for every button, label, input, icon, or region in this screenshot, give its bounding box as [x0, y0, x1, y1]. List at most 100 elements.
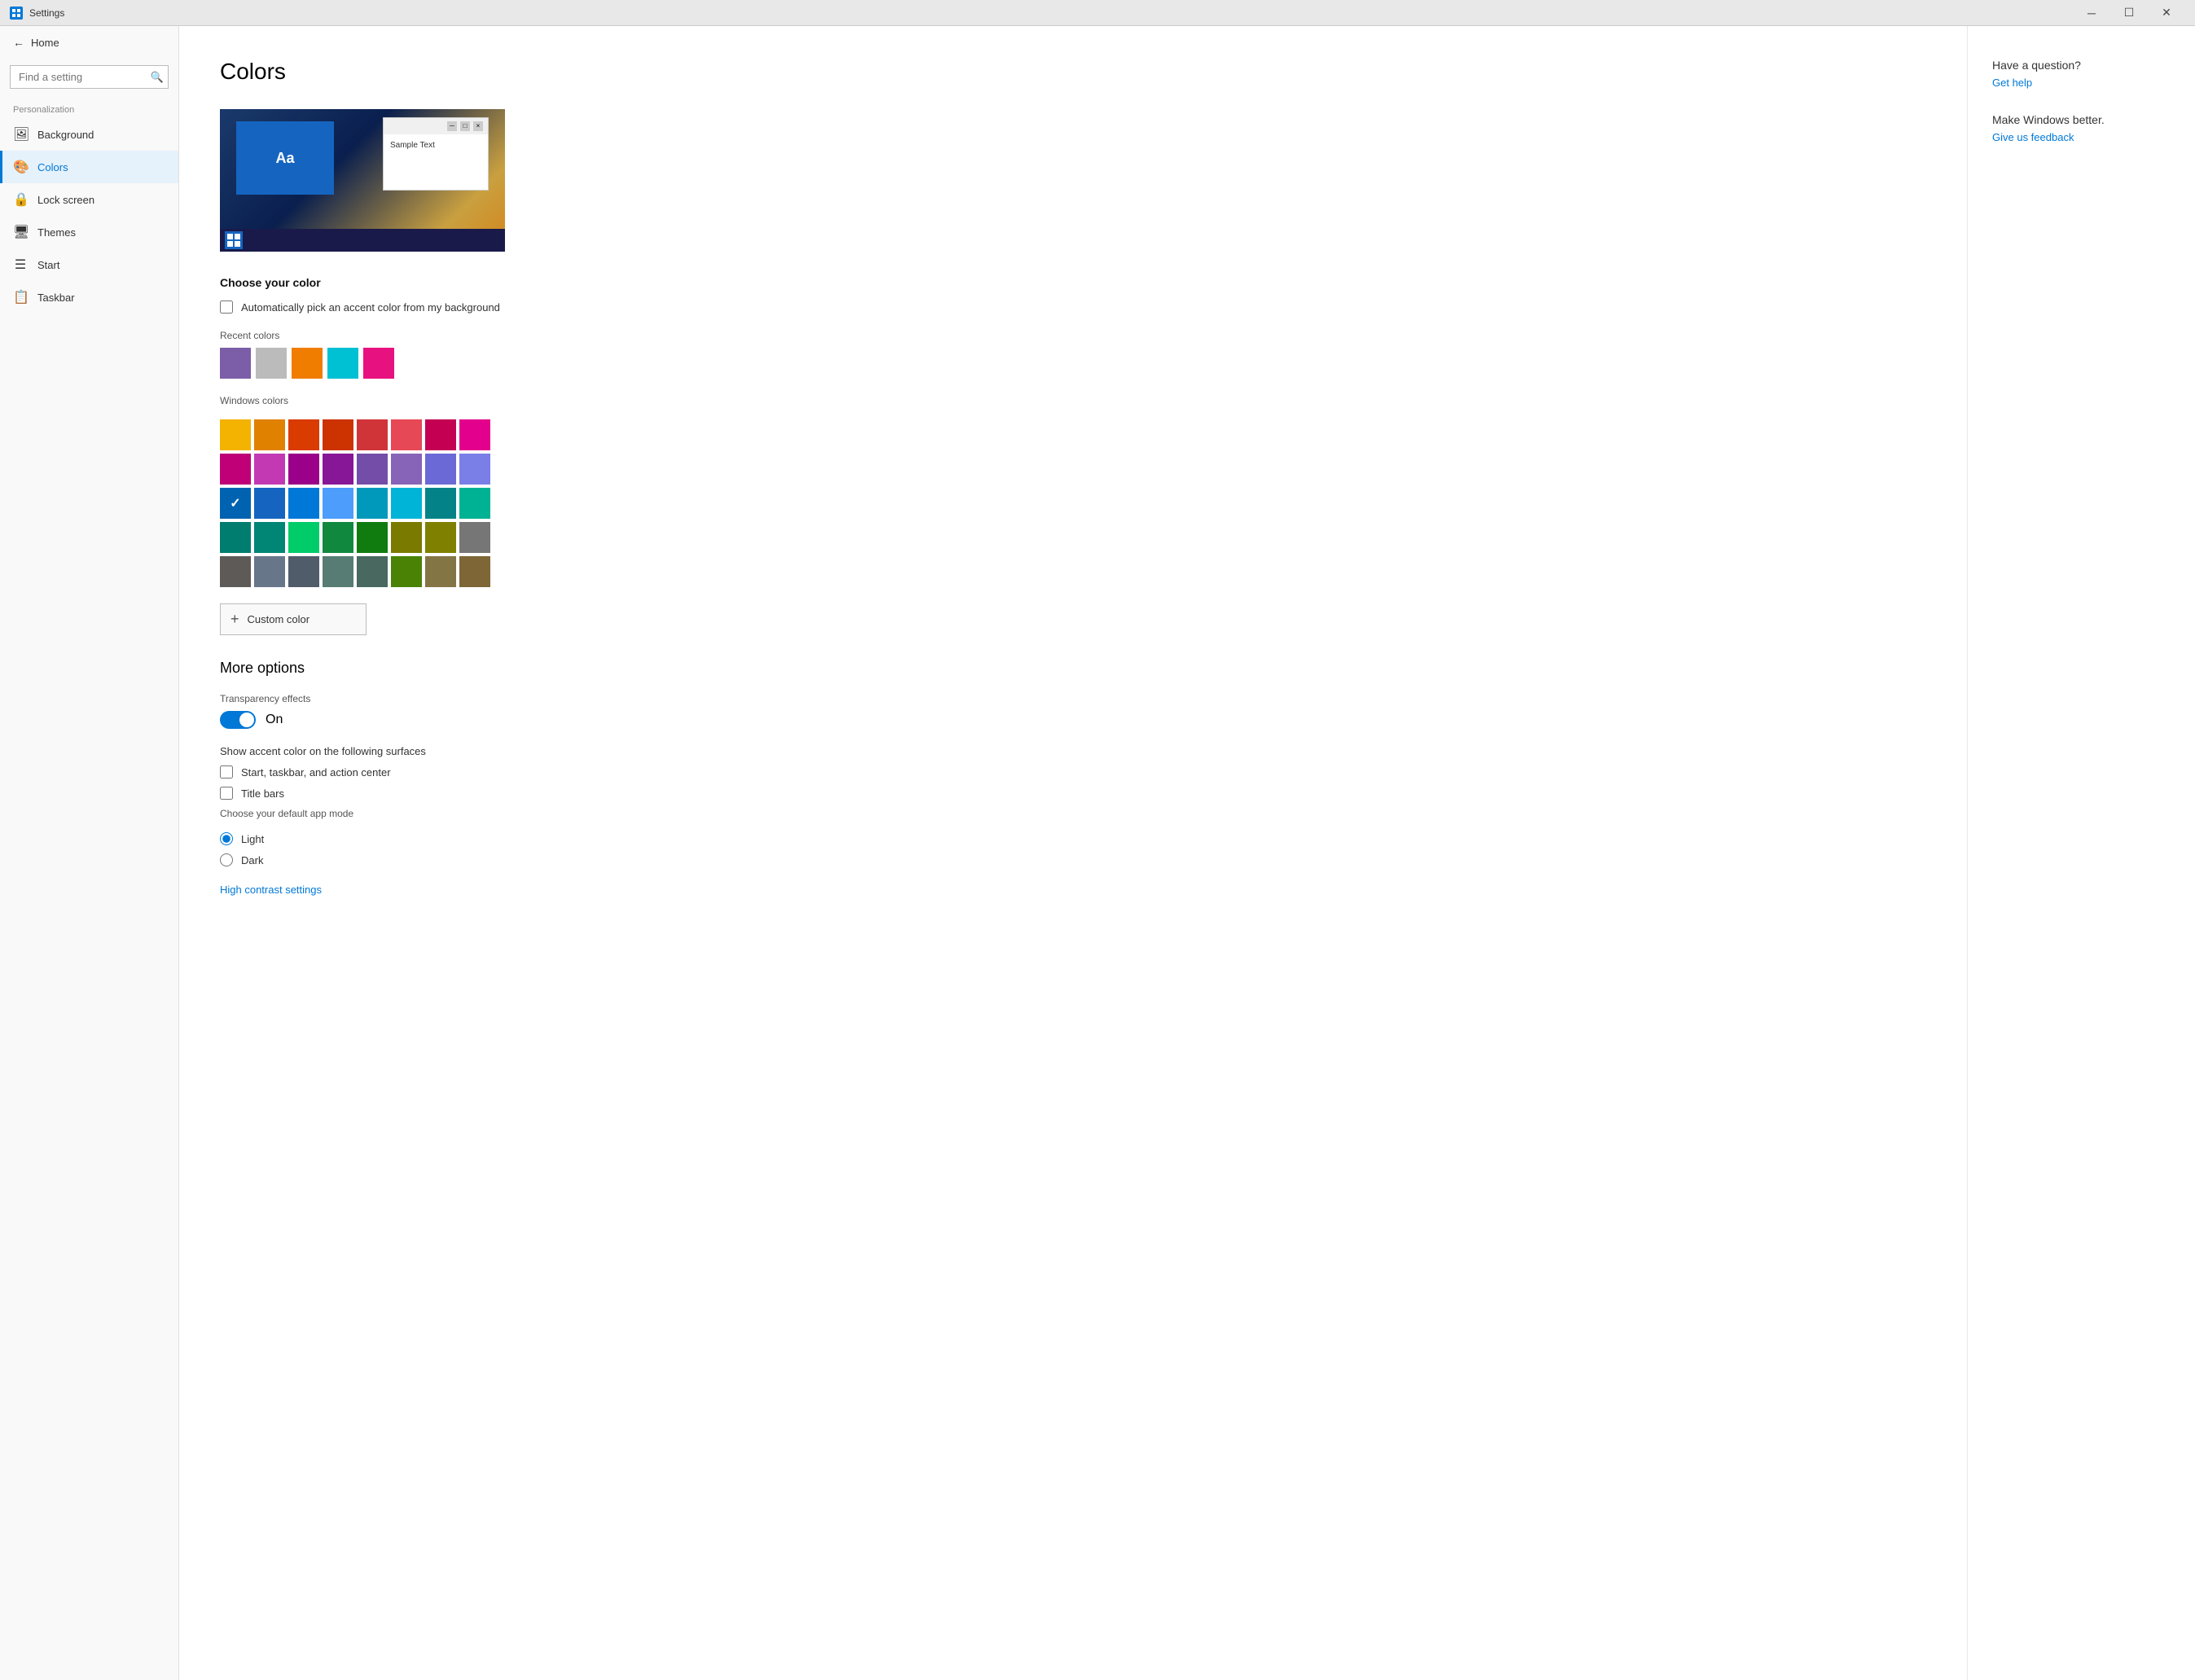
get-help-link[interactable]: Get help: [1992, 77, 2171, 89]
windows-swatch-19[interactable]: [323, 488, 353, 519]
windows-swatch-14[interactable]: [425, 454, 456, 485]
sidebar: ← Home 🔍 Personalization 🖼 Background 🎨 …: [0, 26, 179, 1680]
titlebar: Settings ─ ☐ ✕: [0, 0, 2195, 26]
preview-taskbar: [220, 229, 505, 252]
windows-swatch-11[interactable]: [323, 454, 353, 485]
windows-swatch-6[interactable]: [425, 419, 456, 450]
windows-swatch-22[interactable]: [425, 488, 456, 519]
preview-max-btn: □: [460, 121, 470, 131]
windows-swatch-39[interactable]: [459, 556, 490, 587]
windows-swatch-31[interactable]: [459, 522, 490, 553]
make-windows-better-text: Make Windows better.: [1992, 113, 2171, 126]
windows-swatch-28[interactable]: [357, 522, 388, 553]
windows-swatch-21[interactable]: [391, 488, 422, 519]
recent-swatch-2[interactable]: [292, 348, 323, 379]
search-input[interactable]: [10, 65, 169, 89]
windows-swatch-17[interactable]: [254, 488, 285, 519]
windows-swatch-5[interactable]: [391, 419, 422, 450]
page-title: Colors: [220, 59, 1934, 85]
windows-swatch-27[interactable]: [323, 522, 353, 553]
sidebar-item-taskbar[interactable]: 📋 Taskbar: [0, 281, 178, 314]
sidebar-item-themes[interactable]: 🖥 Themes: [0, 216, 178, 248]
transparency-toggle[interactable]: [220, 711, 256, 729]
windows-swatch-12[interactable]: [357, 454, 388, 485]
recent-swatch-4[interactable]: [363, 348, 394, 379]
preview-dialog-titlebar: ─ □ ×: [384, 118, 488, 134]
windows-swatch-24[interactable]: [220, 522, 251, 553]
taskbar-icon: 📋: [13, 289, 28, 305]
check-start-checkbox[interactable]: [220, 765, 233, 779]
recent-swatch-0[interactable]: [220, 348, 251, 379]
windows-swatch-37[interactable]: [391, 556, 422, 587]
sidebar-section-label: Personalization: [0, 95, 178, 118]
windows-swatch-3[interactable]: [323, 419, 353, 450]
windows-swatch-9[interactable]: [254, 454, 285, 485]
custom-color-button[interactable]: + Custom color: [220, 603, 367, 635]
sidebar-item-background[interactable]: 🖼 Background: [0, 118, 178, 151]
windows-swatch-35[interactable]: [323, 556, 353, 587]
windows-swatch-10[interactable]: [288, 454, 319, 485]
windows-swatch-18[interactable]: [288, 488, 319, 519]
feedback-link[interactable]: Give us feedback: [1992, 131, 2171, 143]
recent-swatch-3[interactable]: [327, 348, 358, 379]
windows-swatch-15[interactable]: [459, 454, 490, 485]
windows-swatch-20[interactable]: [357, 488, 388, 519]
preview-x-btn: ×: [473, 121, 483, 131]
themes-icon: 🖥: [13, 224, 28, 240]
high-contrast-link[interactable]: High contrast settings: [220, 884, 322, 896]
recent-colors-label: Recent colors: [220, 330, 1934, 341]
title-bars-check-row: Title bars: [220, 787, 1934, 800]
windows-swatch-8[interactable]: [220, 454, 251, 485]
minimize-button[interactable]: ─: [2073, 0, 2110, 26]
radio-light[interactable]: [220, 832, 233, 845]
windows-swatch-38[interactable]: [425, 556, 456, 587]
transparency-state: On: [266, 713, 283, 727]
windows-swatch-25[interactable]: [254, 522, 285, 553]
check-title-label[interactable]: Title bars: [241, 787, 284, 800]
sidebar-item-start[interactable]: ☰ Start: [0, 248, 178, 281]
windows-swatch-4[interactable]: [357, 419, 388, 450]
radio-dark-label[interactable]: Dark: [241, 854, 263, 866]
radio-dark[interactable]: [220, 853, 233, 866]
check-title-checkbox[interactable]: [220, 787, 233, 800]
back-button[interactable]: ← Home: [0, 26, 178, 59]
close-button[interactable]: ✕: [2148, 0, 2185, 26]
maximize-button[interactable]: ☐: [2110, 0, 2148, 26]
windows-swatch-33[interactable]: [254, 556, 285, 587]
preview-sample-text: Sample Text: [384, 134, 488, 156]
app-container: ← Home 🔍 Personalization 🖼 Background 🎨 …: [0, 26, 2195, 1680]
windows-swatch-2[interactable]: [288, 419, 319, 450]
sidebar-item-label-themes: Themes: [37, 226, 76, 239]
radio-light-row: Light: [220, 832, 1934, 845]
colors-icon: 🎨: [13, 159, 28, 175]
check-start-label[interactable]: Start, taskbar, and action center: [241, 766, 391, 779]
auto-pick-label[interactable]: Automatically pick an accent color from …: [241, 301, 500, 314]
radio-light-label[interactable]: Light: [241, 833, 264, 845]
windows-swatch-26[interactable]: [288, 522, 319, 553]
app-mode-title: Choose your default app mode: [220, 808, 1934, 819]
recent-swatch-1[interactable]: [256, 348, 287, 379]
windows-swatch-13[interactable]: [391, 454, 422, 485]
search-icon[interactable]: 🔍: [151, 71, 164, 84]
windows-swatch-36[interactable]: [357, 556, 388, 587]
preview-window: Aa: [236, 121, 334, 195]
windows-swatch-29[interactable]: [391, 522, 422, 553]
windows-swatch-16[interactable]: [220, 488, 251, 519]
start-icon: ☰: [13, 257, 28, 273]
sidebar-item-lock-screen[interactable]: 🔒 Lock screen: [0, 183, 178, 216]
preview-aa: Aa: [275, 150, 294, 167]
windows-swatch-34[interactable]: [288, 556, 319, 587]
sidebar-item-label-lock: Lock screen: [37, 194, 94, 206]
windows-swatch-23[interactable]: [459, 488, 490, 519]
lock-icon: 🔒: [13, 191, 28, 208]
windows-swatch-7[interactable]: [459, 419, 490, 450]
windows-swatch-32[interactable]: [220, 556, 251, 587]
windows-swatch-1[interactable]: [254, 419, 285, 450]
windows-swatch-0[interactable]: [220, 419, 251, 450]
preview-container: Aa ─ □ × Sample Text: [220, 109, 505, 252]
recent-colors-swatches: [220, 348, 1934, 379]
sidebar-item-colors[interactable]: 🎨 Colors: [0, 151, 178, 183]
sidebar-item-label-taskbar: Taskbar: [37, 292, 75, 304]
auto-pick-checkbox[interactable]: [220, 300, 233, 314]
windows-swatch-30[interactable]: [425, 522, 456, 553]
